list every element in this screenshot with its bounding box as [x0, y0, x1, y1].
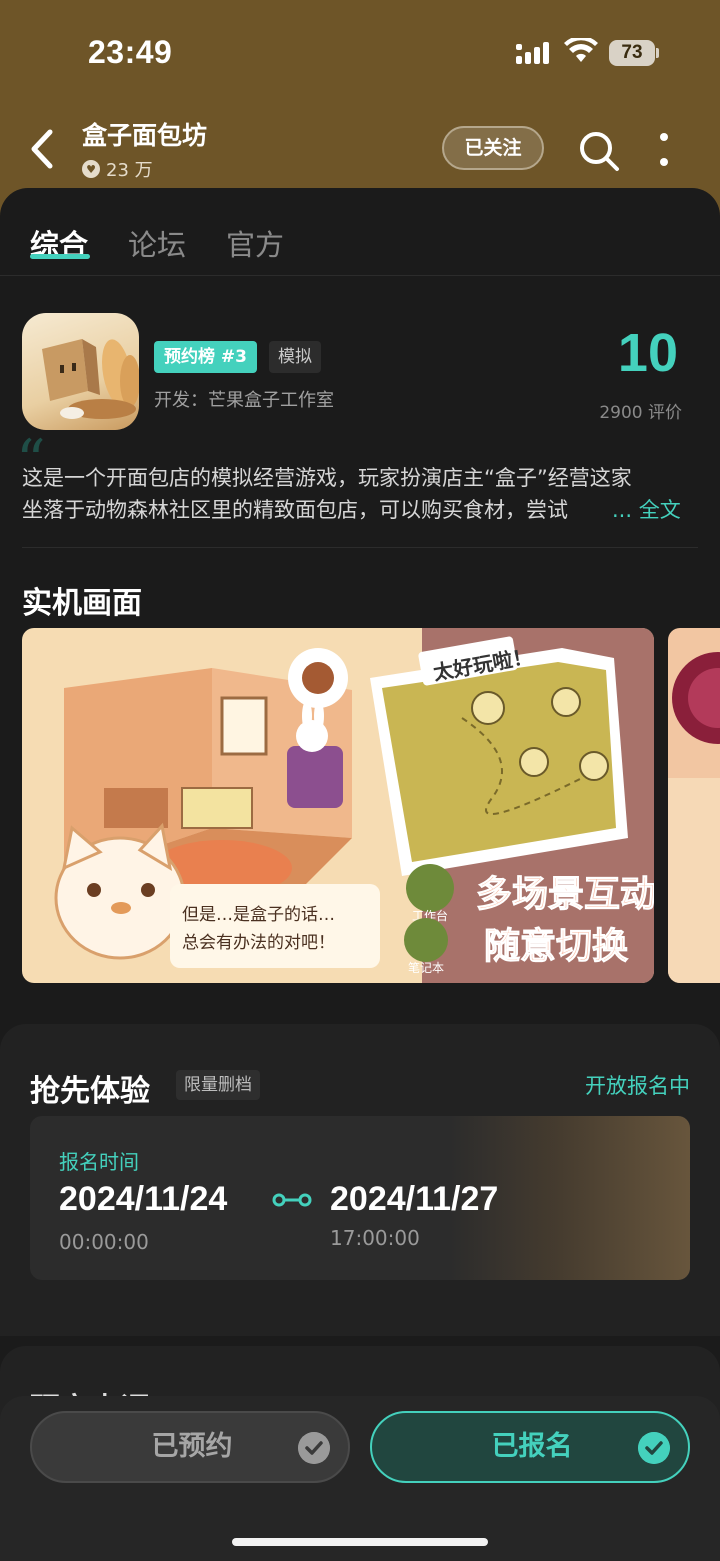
game-screenshot[interactable]: 但是…是盒子的话… 总会有办法的对吧！ 太好玩啦！ 工作台 笔记本 多场景互动 …	[22, 628, 654, 983]
more-options-icon[interactable]	[652, 132, 676, 168]
reserved-button[interactable]: 已预约	[30, 1411, 350, 1483]
tab-official[interactable]: 官方	[226, 222, 284, 264]
follower-count: ♥ 23 万	[82, 156, 153, 182]
end-date: 2024/11/27	[330, 1180, 499, 1218]
heart-icon: ♥	[82, 160, 100, 178]
battery-icon: 73	[609, 40, 659, 66]
screenshot-speech-2: 总会有办法的对吧！	[182, 933, 335, 953]
rating-score: 10	[617, 323, 678, 383]
description-line1: 这是一个开面包店的模拟经营游戏，玩家扮演店主“盒子”经营这家	[22, 466, 632, 490]
search-icon[interactable]	[578, 130, 620, 172]
ranking-badge[interactable]: 预约榜 #3	[154, 341, 257, 373]
game-screenshot-next[interactable]	[668, 628, 720, 983]
check-icon	[638, 1432, 670, 1464]
signed-up-button[interactable]: 已报名	[370, 1411, 690, 1483]
start-time: 00:00:00	[59, 1230, 149, 1254]
status-bar: 23:49 73	[0, 0, 720, 100]
follower-count-text: 23 万	[106, 160, 153, 181]
home-indicator[interactable]	[232, 1538, 488, 1546]
check-icon	[298, 1432, 330, 1464]
screenshot-slogan-1: 多场景互动	[476, 874, 654, 915]
screenshot-slogan-2: 随意切换	[484, 926, 628, 967]
tab-bar: 综合 论坛 官方	[0, 188, 720, 276]
registration-status[interactable]: 开放报名中	[540, 1070, 690, 1100]
developer-label[interactable]: 开发：芒果盒子工作室	[154, 386, 334, 412]
follow-button[interactable]: 已关注	[442, 126, 544, 170]
early-access-tag: 限量删档	[176, 1070, 260, 1100]
full-text-link[interactable]: ... 全文	[612, 494, 681, 526]
page-title: 盒子面包坊	[82, 121, 208, 150]
date-range-connector-icon	[272, 1193, 312, 1207]
review-count[interactable]: 2900 评价	[540, 398, 682, 423]
screenshot-speech-1: 但是…是盒子的话…	[182, 905, 335, 925]
battery-level: 73	[609, 40, 655, 66]
wifi-icon	[564, 38, 598, 62]
cellular-signal-icon	[516, 42, 549, 64]
active-tab-indicator	[30, 254, 90, 259]
description-line2: 坐落于动物森林社区里的精致面包店，可以购买食材，尝试	[22, 498, 568, 522]
tab-forum[interactable]: 论坛	[128, 222, 186, 264]
divider	[22, 547, 698, 548]
game-icon[interactable]	[22, 313, 139, 430]
back-arrow-icon[interactable]	[26, 128, 56, 170]
early-access-title: 抢先体验	[30, 1074, 150, 1109]
start-date: 2024/11/24	[59, 1180, 228, 1218]
screenshots-section-title: 实机画面	[22, 586, 142, 621]
registration-time-label: 报名时间	[59, 1150, 139, 1174]
genre-tag[interactable]: 模拟	[269, 341, 321, 373]
status-time: 23:49	[88, 34, 173, 70]
end-time: 17:00:00	[330, 1226, 420, 1250]
screenshot-icon-notebook: 笔记本	[408, 960, 444, 975]
